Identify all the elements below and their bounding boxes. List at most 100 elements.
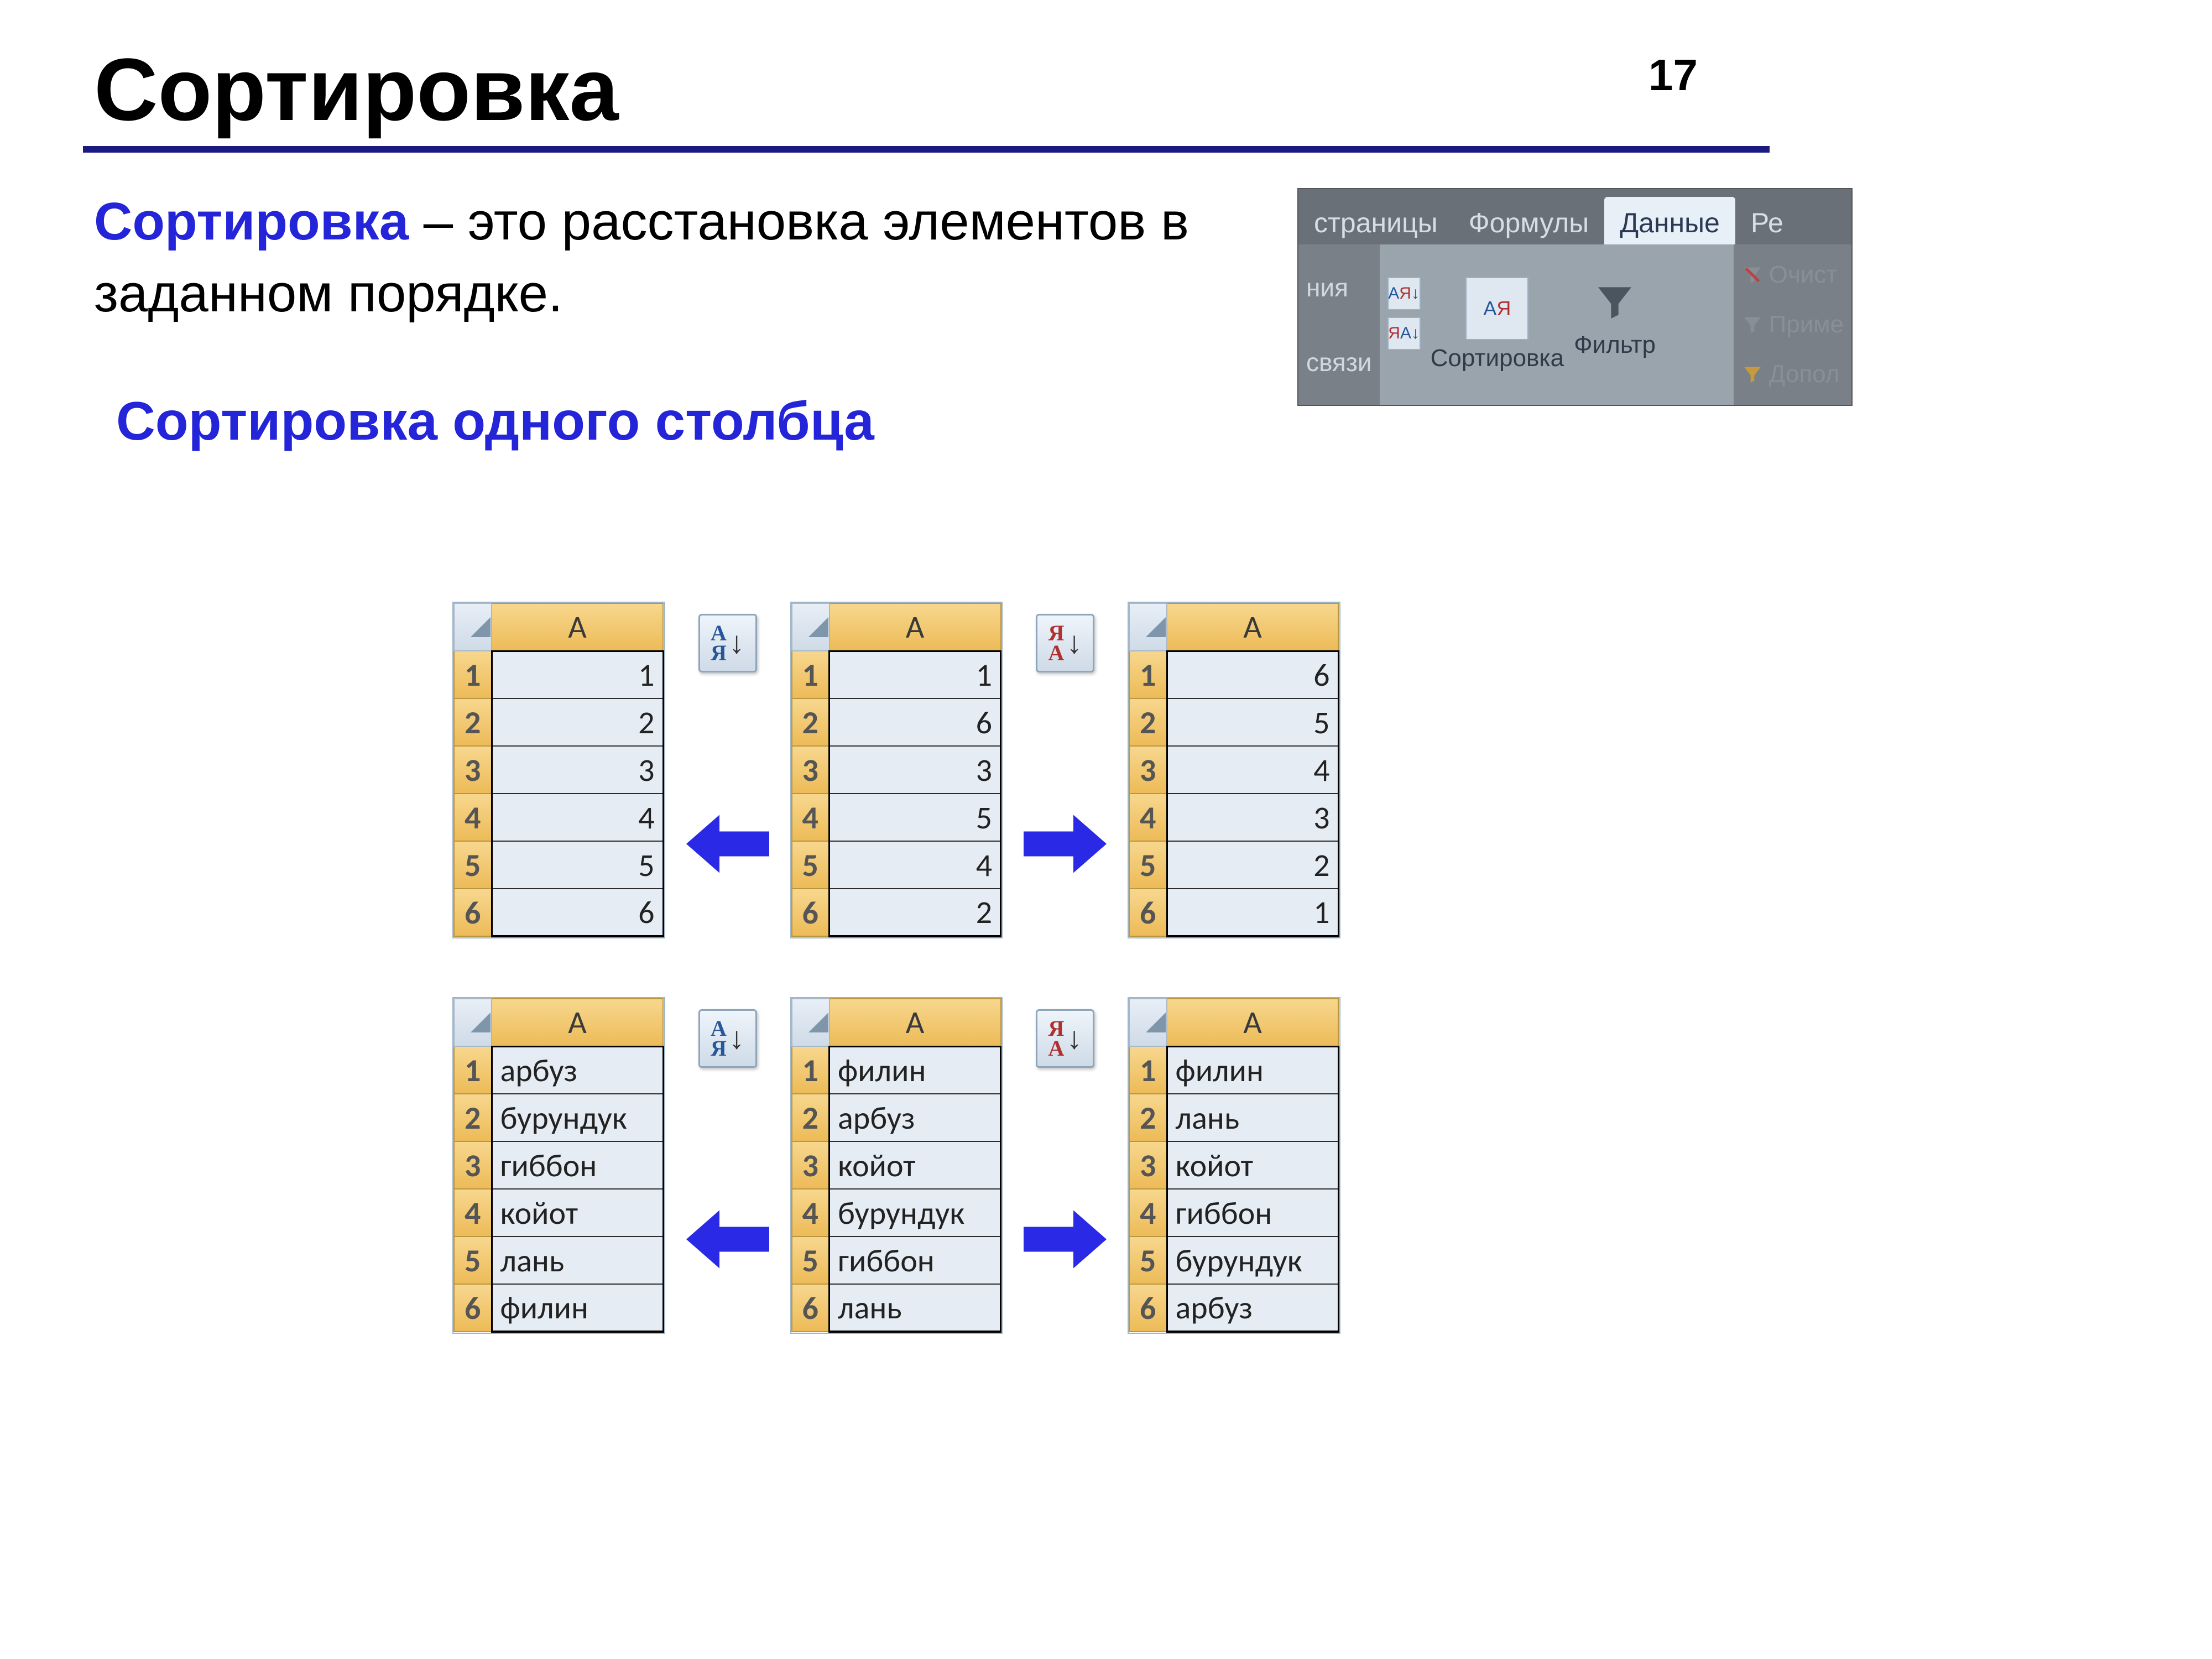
cell[interactable]: арбуз: [492, 1046, 663, 1094]
row-header[interactable]: 4: [454, 1189, 492, 1237]
cell[interactable]: лань: [830, 1284, 1001, 1332]
cell[interactable]: 3: [830, 746, 1001, 794]
select-all-corner[interactable]: [454, 999, 492, 1046]
row-header[interactable]: 1: [1129, 651, 1167, 698]
cell[interactable]: филин: [492, 1284, 663, 1332]
row-header[interactable]: 4: [1129, 794, 1167, 841]
row-header[interactable]: 6: [1129, 889, 1167, 936]
row-header[interactable]: 3: [1129, 1141, 1167, 1189]
cell[interactable]: лань: [492, 1237, 663, 1284]
cell[interactable]: 6: [1167, 651, 1338, 698]
row-header[interactable]: 1: [454, 1046, 492, 1094]
row-header[interactable]: 4: [454, 794, 492, 841]
sort-asc-button[interactable]: АЯ↓: [698, 1009, 757, 1068]
cell[interactable]: 2: [830, 889, 1001, 936]
cell[interactable]: гиббон: [492, 1141, 663, 1189]
col-header[interactable]: A: [492, 603, 663, 651]
cell[interactable]: 4: [1167, 746, 1338, 794]
row-header[interactable]: 2: [1129, 698, 1167, 746]
row-header[interactable]: 1: [792, 651, 830, 698]
cell[interactable]: лань: [1167, 1094, 1338, 1141]
col-header[interactable]: A: [1167, 603, 1338, 651]
cell[interactable]: 1: [1167, 889, 1338, 936]
cell[interactable]: 1: [492, 651, 663, 698]
cell[interactable]: арбуз: [830, 1094, 1001, 1141]
cell[interactable]: бурундук: [1167, 1237, 1338, 1284]
row-header[interactable]: 6: [1129, 1284, 1167, 1332]
cell[interactable]: койот: [830, 1141, 1001, 1189]
col-header[interactable]: A: [1167, 999, 1338, 1046]
cell[interactable]: арбуз: [1167, 1284, 1338, 1332]
row-header[interactable]: 2: [792, 698, 830, 746]
row-header[interactable]: 5: [454, 1237, 492, 1284]
cell[interactable]: 4: [492, 794, 663, 841]
select-all-corner[interactable]: [454, 603, 492, 651]
cell[interactable]: бурундук: [830, 1189, 1001, 1237]
sort-desc-button[interactable]: ЯА↓: [1036, 1009, 1094, 1068]
sort-desc-icon[interactable]: ЯА↓: [1387, 317, 1421, 350]
reapply-filter-item[interactable]: Приме: [1741, 311, 1844, 338]
clear-filter-item[interactable]: Очист: [1741, 261, 1844, 289]
sort-asc-button[interactable]: АЯ↓: [698, 614, 757, 672]
col-header[interactable]: A: [492, 999, 663, 1046]
cell[interactable]: 3: [492, 746, 663, 794]
filter-button[interactable]: Фильтр: [1574, 277, 1656, 372]
select-all-corner[interactable]: [792, 999, 830, 1046]
select-all-corner[interactable]: [1129, 999, 1167, 1046]
cell[interactable]: 2: [1167, 841, 1338, 889]
ribbon-tab-partial-right[interactable]: Ре: [1735, 197, 1799, 244]
row-header[interactable]: 5: [792, 1237, 830, 1284]
col-header[interactable]: A: [830, 999, 1001, 1046]
row-header[interactable]: 4: [792, 794, 830, 841]
ribbon-tab-formulas[interactable]: Формулы: [1453, 197, 1605, 244]
cell[interactable]: 6: [830, 698, 1001, 746]
row-header[interactable]: 3: [792, 746, 830, 794]
row-header[interactable]: 3: [454, 1141, 492, 1189]
sort-desc-button[interactable]: ЯА↓: [1036, 614, 1094, 672]
cell[interactable]: 5: [830, 794, 1001, 841]
row-header[interactable]: 1: [1129, 1046, 1167, 1094]
cell[interactable]: гиббон: [830, 1237, 1001, 1284]
cell[interactable]: 4: [830, 841, 1001, 889]
row-header[interactable]: 3: [1129, 746, 1167, 794]
row-header[interactable]: 4: [792, 1189, 830, 1237]
row-header[interactable]: 2: [1129, 1094, 1167, 1141]
row-header[interactable]: 5: [454, 841, 492, 889]
cell[interactable]: 5: [492, 841, 663, 889]
ribbon-right-fragment: Очист Приме Допол: [1734, 244, 1851, 405]
cell[interactable]: койот: [492, 1189, 663, 1237]
ribbon-tab-data[interactable]: Данные: [1604, 197, 1735, 244]
row-header[interactable]: 3: [792, 1141, 830, 1189]
sort-dialog-button[interactable]: АЯ Сортировка: [1431, 277, 1564, 372]
row-header[interactable]: 1: [792, 1046, 830, 1094]
row-header[interactable]: 6: [454, 1284, 492, 1332]
cell[interactable]: филин: [1167, 1046, 1338, 1094]
row-header[interactable]: 5: [1129, 841, 1167, 889]
col-header[interactable]: A: [830, 603, 1001, 651]
ribbon-tab-partial-left[interactable]: страницы: [1298, 197, 1453, 244]
row-header[interactable]: 1: [454, 651, 492, 698]
row-header[interactable]: 5: [1129, 1237, 1167, 1284]
cell[interactable]: бурундук: [492, 1094, 663, 1141]
row-header[interactable]: 2: [792, 1094, 830, 1141]
row-header[interactable]: 5: [792, 841, 830, 889]
cell[interactable]: 6: [492, 889, 663, 936]
cell[interactable]: 1: [830, 651, 1001, 698]
select-all-corner[interactable]: [1129, 603, 1167, 651]
cell[interactable]: филин: [830, 1046, 1001, 1094]
cell[interactable]: гиббон: [1167, 1189, 1338, 1237]
row-header[interactable]: 2: [454, 1094, 492, 1141]
cell[interactable]: 5: [1167, 698, 1338, 746]
select-all-corner[interactable]: [792, 603, 830, 651]
row-header[interactable]: 3: [454, 746, 492, 794]
row-header[interactable]: 6: [792, 889, 830, 936]
cell[interactable]: 2: [492, 698, 663, 746]
sort-asc-icon[interactable]: АЯ↓: [1387, 277, 1421, 310]
cell[interactable]: 3: [1167, 794, 1338, 841]
cell[interactable]: койот: [1167, 1141, 1338, 1189]
row-header[interactable]: 2: [454, 698, 492, 746]
row-header[interactable]: 6: [792, 1284, 830, 1332]
row-header[interactable]: 4: [1129, 1189, 1167, 1237]
row-header[interactable]: 6: [454, 889, 492, 936]
advanced-filter-item[interactable]: Допол: [1741, 361, 1844, 388]
